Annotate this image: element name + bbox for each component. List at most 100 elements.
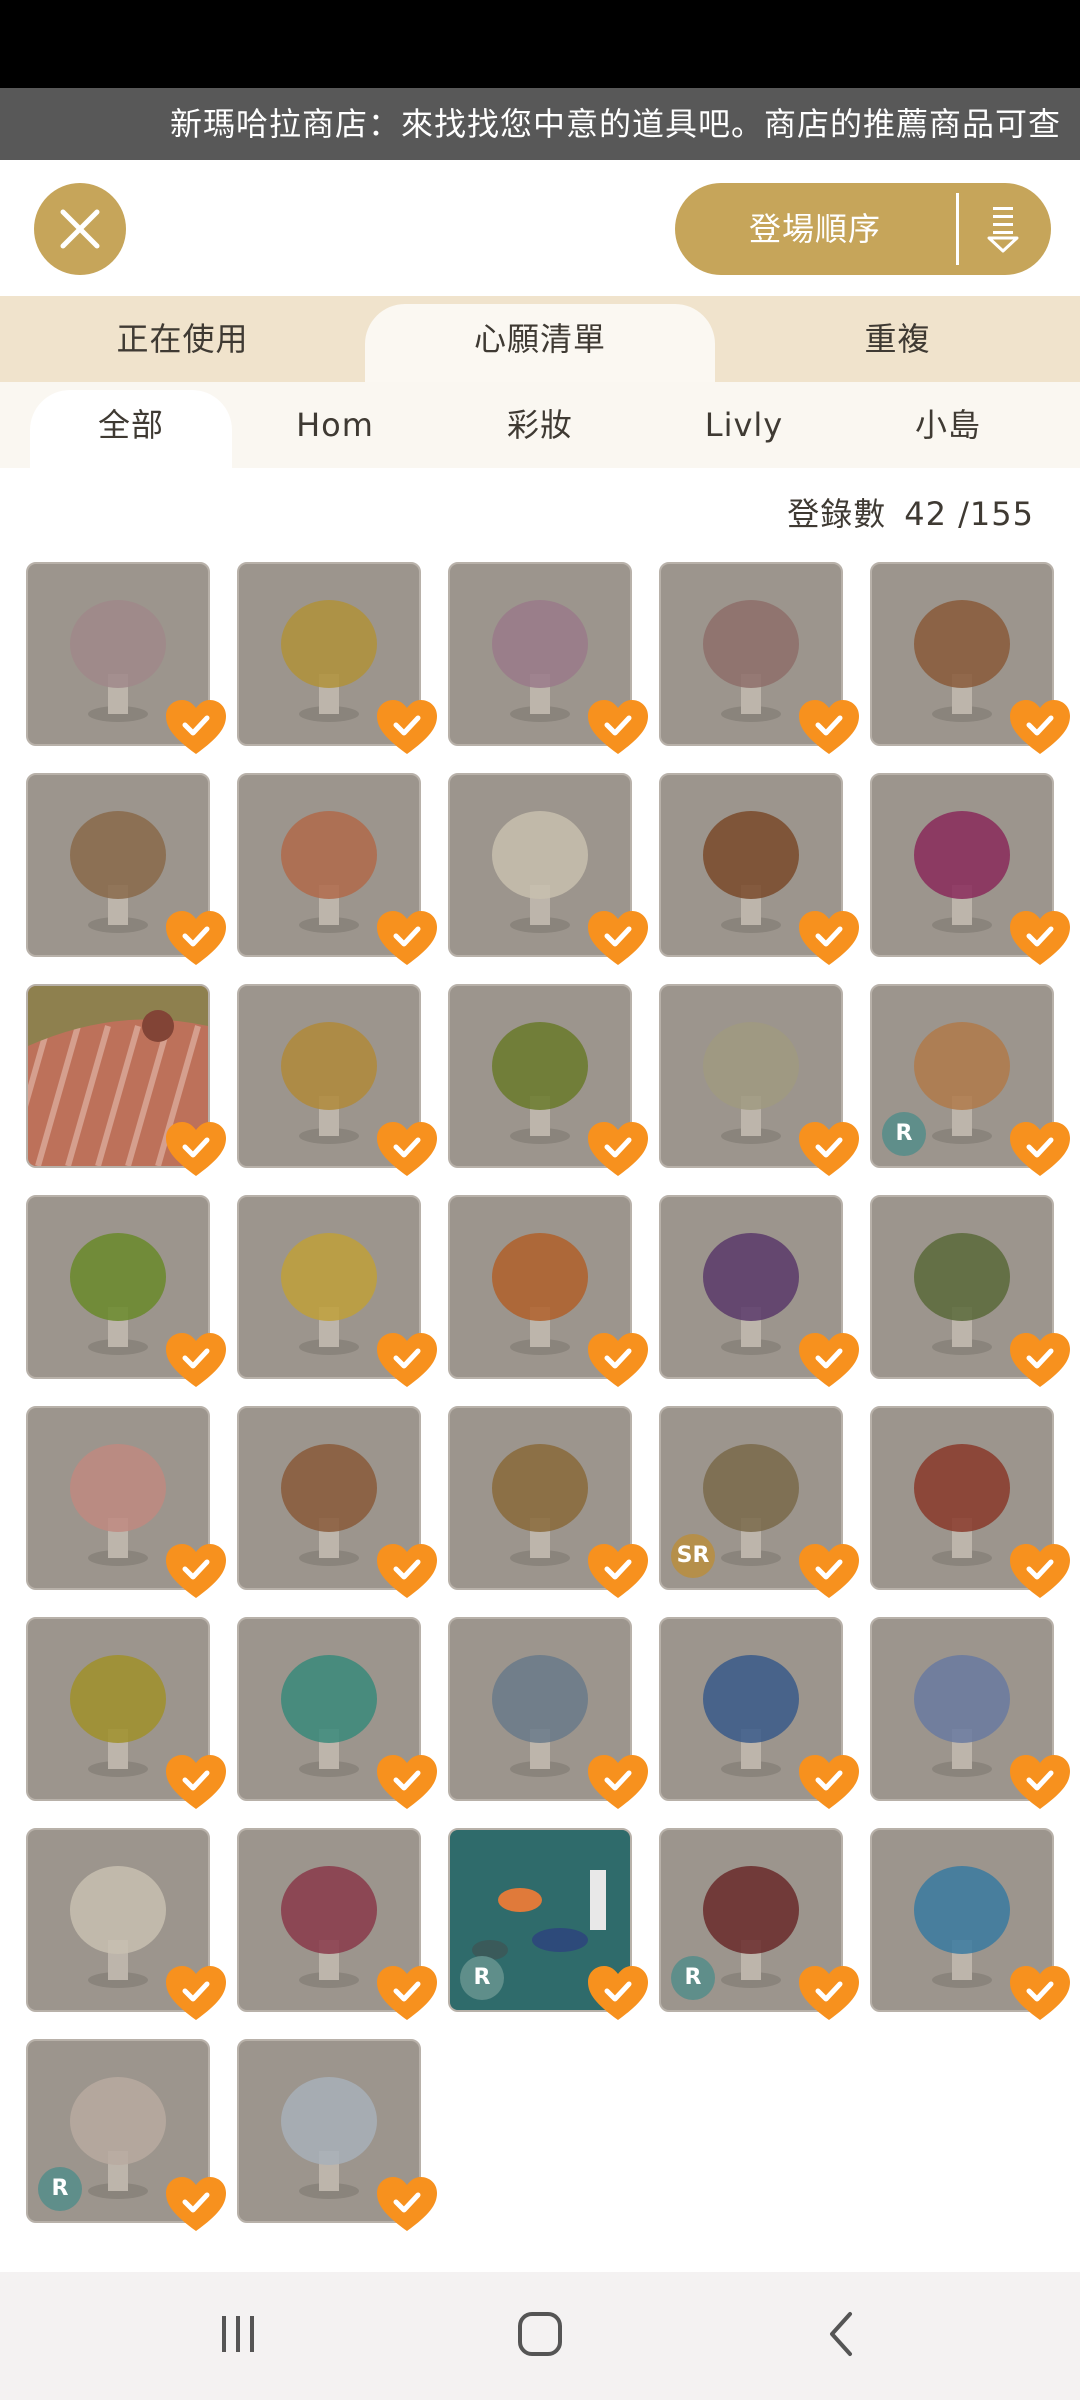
wishlist-heart-icon[interactable] — [586, 1542, 650, 1600]
wishlist-item-orange-creature[interactable] — [448, 1195, 648, 1387]
wishlist-heart-icon[interactable] — [375, 1542, 439, 1600]
wishlist-item-holly-flags[interactable]: SR — [659, 1406, 859, 1598]
wishlist-heart-icon[interactable] — [375, 698, 439, 756]
tab-wishlist[interactable]: 心願清單 — [365, 304, 715, 382]
news-ticker: 新瑪哈拉商店：來找找您中意的道具吧。商店的推薦商品可查 — [0, 88, 1080, 160]
recent-apps-icon[interactable] — [214, 2310, 262, 2358]
subtab-label: Hom — [296, 406, 374, 444]
rarity-badge: SR — [671, 1534, 715, 1578]
wishlist-heart-icon[interactable] — [797, 1542, 861, 1600]
wishlist-heart-icon[interactable] — [164, 2175, 228, 2233]
wishlist-heart-icon[interactable] — [164, 698, 228, 756]
wishlist-heart-icon[interactable] — [586, 909, 650, 967]
wishlist-heart-icon[interactable] — [1008, 909, 1072, 967]
subtab-makeup[interactable]: 彩妝 — [438, 382, 642, 468]
wishlist-item-red-bob-hair[interactable] — [237, 1828, 437, 2020]
wishlist-heart-icon[interactable] — [1008, 1753, 1072, 1811]
wishlist-heart-icon[interactable] — [586, 1120, 650, 1178]
wishlist-heart-icon[interactable] — [375, 1120, 439, 1178]
wishlist-item-green-leaf[interactable] — [448, 984, 648, 1176]
tab-in-use[interactable]: 正在使用 — [0, 296, 365, 382]
wishlist-item-white-ribbons[interactable] — [26, 1828, 226, 2020]
tab-label: 心願清單 — [473, 320, 606, 358]
wishlist-heart-icon[interactable] — [164, 1542, 228, 1600]
wishlist-heart-icon[interactable] — [164, 1753, 228, 1811]
wishlist-heart-icon[interactable] — [1008, 698, 1072, 756]
subtab-island[interactable]: 小島 — [846, 382, 1050, 468]
wishlist-item-crab-hat[interactable] — [237, 773, 437, 965]
wishlist-heart-icon[interactable] — [586, 1753, 650, 1811]
wishlist-heart-icon[interactable] — [1008, 1542, 1072, 1600]
wishlist-item-livly-island-jar[interactable] — [26, 1406, 226, 1598]
wishlist-heart-icon[interactable] — [797, 698, 861, 756]
wishlist-item-lemon-slices[interactable] — [237, 1195, 437, 1387]
wishlist-item-rose-bouquet[interactable] — [659, 562, 859, 754]
wishlist-item-rice-ball-hat[interactable] — [448, 773, 648, 965]
wishlist-item-demon-horns[interactable]: R — [659, 1828, 859, 2020]
sort-list-icon — [987, 207, 1019, 253]
wishlist-heart-icon[interactable] — [375, 1753, 439, 1811]
wishlist-item-aquarium-fish[interactable]: R — [448, 1828, 648, 2020]
rarity-badge: R — [671, 1956, 715, 2000]
wishlist-heart-icon[interactable] — [375, 1331, 439, 1389]
wishlist-item-magenta-beret[interactable] — [870, 773, 1070, 965]
subtab-label: Livly — [704, 406, 784, 444]
wishlist-item-picnic-blanket[interactable] — [26, 984, 226, 1176]
wishlist-item-white-suit-tail[interactable]: R — [26, 2039, 226, 2231]
subtab-label: 彩妝 — [506, 406, 573, 444]
wishlist-heart-icon[interactable] — [164, 1120, 228, 1178]
wishlist-heart-icon[interactable] — [164, 1964, 228, 2022]
wishlist-item-rice-balls-on-leaf[interactable] — [870, 1195, 1070, 1387]
ticker-text: 新瑪哈拉商店：來找找您中意的道具吧。商店的推薦商品可查 — [170, 105, 1062, 143]
registration-count: 登錄數 42 /155 — [787, 492, 1034, 536]
wishlist-item-golden-skull-mask[interactable] — [237, 562, 437, 754]
home-icon[interactable] — [516, 2310, 564, 2358]
main-tabs: 正在使用 心願清單 重複 — [0, 296, 1080, 382]
wishlist-item-edamame-pod[interactable] — [26, 1195, 226, 1387]
wishlist-heart-icon[interactable] — [797, 1964, 861, 2022]
subtab-all[interactable]: 全部 — [30, 390, 232, 468]
sort-order-button[interactable]: 登場順序 — [675, 183, 1051, 275]
wishlist-heart-icon[interactable] — [797, 909, 861, 967]
wishlist-item-food-platter[interactable]: R — [870, 984, 1070, 1176]
category-tabs: 全部 Hom 彩妝 Livly 小島 — [0, 382, 1080, 468]
wishlist-item-blue-gray-hair[interactable] — [870, 1617, 1070, 1809]
subtab-hom[interactable]: Hom — [234, 382, 436, 468]
wishlist-heart-icon[interactable] — [375, 2175, 439, 2233]
wishlist-heart-icon[interactable] — [1008, 1120, 1072, 1178]
wishlist-item-red-scarf[interactable] — [870, 1406, 1070, 1598]
subtab-livly[interactable]: Livly — [642, 382, 846, 468]
wishlist-heart-icon[interactable] — [375, 909, 439, 967]
back-icon[interactable] — [818, 2310, 866, 2358]
wishlist-item-teacup-hat[interactable] — [237, 2039, 437, 2231]
close-icon — [60, 209, 100, 249]
wishlist-heart-icon[interactable] — [586, 1964, 650, 2022]
wishlist-item-wooden-bowl[interactable] — [237, 1406, 437, 1598]
wishlist-heart-icon[interactable] — [375, 1964, 439, 2022]
wishlist-item-laced-boots[interactable] — [870, 562, 1070, 754]
wishlist-item-bamboo-steamer[interactable] — [237, 984, 437, 1176]
wishlist-item-blue-long-hair[interactable] — [870, 1828, 1070, 2020]
wishlist-item-green-kimono[interactable] — [237, 1617, 437, 1809]
wishlist-heart-icon[interactable] — [164, 1331, 228, 1389]
wishlist-item-purple-rose-head[interactable] — [448, 562, 648, 754]
wishlist-item-blonde-hair[interactable] — [26, 1617, 226, 1809]
wishlist-heart-icon[interactable] — [164, 909, 228, 967]
wishlist-heart-icon[interactable] — [1008, 1964, 1072, 2022]
wishlist-item-mushroom-soup[interactable] — [448, 1406, 648, 1598]
close-button[interactable] — [34, 183, 126, 275]
wishlist-item-grilled-fish[interactable] — [659, 984, 859, 1176]
wishlist-heart-icon[interactable] — [586, 698, 650, 756]
wishlist-item-rose-stem-hat[interactable] — [26, 562, 226, 754]
wishlist-heart-icon[interactable] — [1008, 1331, 1072, 1389]
wishlist-item-blue-yukata[interactable] — [659, 1617, 859, 1809]
wishlist-item-mushroom-bag[interactable] — [26, 773, 226, 965]
wishlist-heart-icon[interactable] — [797, 1753, 861, 1811]
wishlist-item-sweet-potato-bun[interactable] — [659, 1195, 859, 1387]
wishlist-heart-icon[interactable] — [797, 1331, 861, 1389]
wishlist-heart-icon[interactable] — [797, 1120, 861, 1178]
wishlist-heart-icon[interactable] — [586, 1331, 650, 1389]
tab-duplicates[interactable]: 重複 — [715, 296, 1080, 382]
wishlist-item-brown-beret[interactable] — [659, 773, 859, 965]
wishlist-item-pig-turtle[interactable] — [448, 1617, 648, 1809]
